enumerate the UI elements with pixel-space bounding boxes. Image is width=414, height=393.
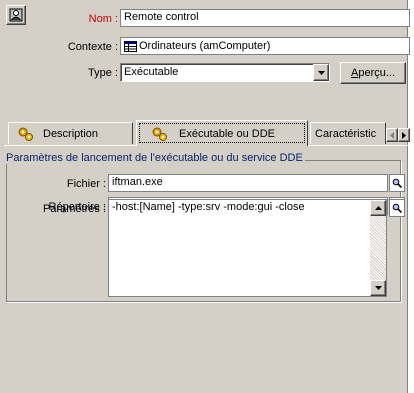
chevron-up-icon	[374, 206, 382, 210]
tab-executable-dde[interactable]: Exécutable ou DDE	[136, 120, 308, 146]
record-icon-button[interactable]	[6, 5, 26, 25]
parametres-value: -host:[Name] -type:srv -mode:gui -close	[112, 201, 305, 213]
tab-scroll-right-button[interactable]	[398, 128, 410, 142]
fichier-search-button[interactable]	[389, 174, 405, 192]
chevron-left-icon	[390, 131, 394, 139]
parametres-textarea[interactable]: -host:[Name] -type:srv -mode:gui -close	[108, 199, 387, 297]
gears-icon	[152, 127, 167, 141]
contexte-field[interactable]: Ordinateurs (amComputer)	[120, 37, 410, 55]
type-dropdown-button[interactable]	[313, 64, 329, 81]
fichier-value: iftman.exe	[112, 176, 163, 188]
nom-label: Nom :	[88, 13, 118, 25]
magnifier-icon	[392, 203, 402, 213]
apercu-button[interactable]: Aperçu...	[340, 62, 406, 84]
chevron-down-icon	[317, 70, 325, 75]
parametres-search-button[interactable]	[389, 199, 405, 217]
fichier-field[interactable]: iftman.exe	[108, 174, 388, 192]
application-window: Nom : Remote control Contexte : Ordinate…	[0, 0, 410, 393]
type-value: Exécutable	[124, 66, 179, 78]
tab-description-label: Description	[43, 127, 99, 140]
magnifier-icon	[392, 178, 402, 188]
table-icon	[124, 40, 137, 52]
tab-executable-dde-label: Exécutable ou DDE	[179, 127, 275, 140]
parametres-scrollbar[interactable]	[370, 200, 386, 296]
tab-description[interactable]: Description	[8, 122, 133, 144]
contexte-value: Ordinateurs (amComputer)	[139, 40, 271, 52]
apercu-label: Aperçu...	[350, 67, 396, 79]
gears-icon	[18, 127, 33, 141]
nom-field[interactable]: Remote control	[120, 9, 410, 27]
chevron-right-icon	[402, 131, 406, 139]
fichier-label: Fichier :	[66, 178, 106, 190]
type-label: Type :	[88, 67, 118, 79]
user-record-icon	[9, 8, 23, 22]
tab-caracteristiques[interactable]: Caractéristic	[310, 122, 386, 144]
parametres-label: Paramètres :	[43, 203, 106, 215]
tab-caracteristiques-label: Caractéristic	[315, 127, 377, 140]
scroll-up-button[interactable]	[370, 200, 386, 216]
tab-scroll-left-button[interactable]	[386, 128, 398, 142]
type-select[interactable]: Exécutable	[120, 63, 330, 82]
contexte-label: Contexte :	[67, 41, 118, 53]
chevron-down-icon	[374, 286, 382, 290]
scroll-down-button[interactable]	[370, 280, 386, 296]
group-title: Paramètres de lancement de l'exécutable …	[6, 152, 305, 164]
